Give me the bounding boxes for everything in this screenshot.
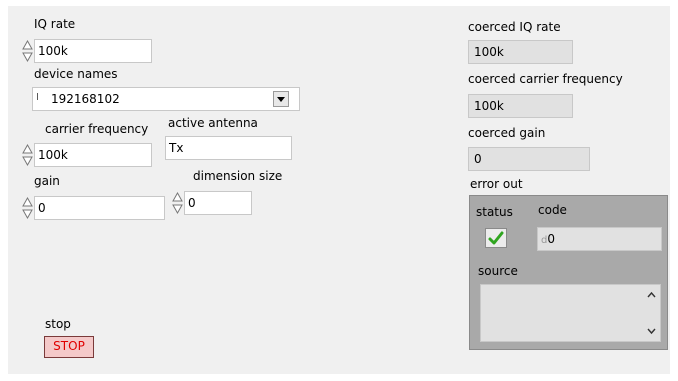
stop-button[interactable]: STOP <box>44 336 94 358</box>
dimension-size-increment-decrement[interactable] <box>172 191 183 215</box>
device-names-value: 192168102 <box>51 92 120 106</box>
code-indicator: d0 <box>537 227 662 251</box>
status-indicator <box>485 228 507 248</box>
device-names-label: device names <box>34 67 118 81</box>
dimension-size-input[interactable]: 0 <box>184 191 252 215</box>
coerced-iq-rate-label: coerced IQ rate <box>468 20 561 34</box>
source-label: source <box>478 264 518 278</box>
scroll-down-icon[interactable] <box>647 327 656 335</box>
device-names-combo[interactable]: 192168102 <box>32 87 300 111</box>
active-antenna-label: active antenna <box>168 116 258 130</box>
radix-indicator: I <box>36 92 39 103</box>
source-text-display[interactable] <box>480 284 661 342</box>
chevron-down-icon <box>277 97 285 102</box>
carrier-frequency-label: carrier frequency <box>45 122 149 136</box>
dimension-size-label: dimension size <box>193 169 283 183</box>
status-label: status <box>476 205 513 219</box>
coerced-gain-indicator: 0 <box>468 147 590 171</box>
gain-label: gain <box>34 174 60 188</box>
iq-rate-input[interactable]: 100k <box>34 39 152 63</box>
active-antenna-input[interactable]: Tx <box>165 136 292 160</box>
gain-input[interactable]: 0 <box>34 196 165 220</box>
coerced-carrier-frequency-indicator: 100k <box>468 94 573 118</box>
iq-rate-label: IQ rate <box>34 17 76 31</box>
code-label: code <box>538 203 567 217</box>
coerced-iq-rate-indicator: 100k <box>468 40 573 64</box>
code-value: 0 <box>547 232 555 246</box>
device-names-dropdown-button[interactable] <box>273 91 289 107</box>
error-out-cluster: status code d0 source <box>469 195 668 350</box>
scroll-up-icon[interactable] <box>647 291 656 299</box>
coerced-carrier-frequency-label: coerced carrier frequency <box>468 72 623 86</box>
gain-increment-decrement[interactable] <box>22 196 33 220</box>
front-panel: IQ rate 100k device names 192168102 I ca… <box>8 6 670 374</box>
checkmark-icon <box>488 231 504 245</box>
iq-rate-increment-decrement[interactable] <box>22 39 33 63</box>
error-out-label: error out <box>470 177 523 191</box>
coerced-gain-label: coerced gain <box>468 126 546 140</box>
carrier-frequency-input[interactable]: 100k <box>34 143 152 167</box>
stop-label: stop <box>45 317 71 331</box>
carrier-frequency-increment-decrement[interactable] <box>22 143 33 167</box>
